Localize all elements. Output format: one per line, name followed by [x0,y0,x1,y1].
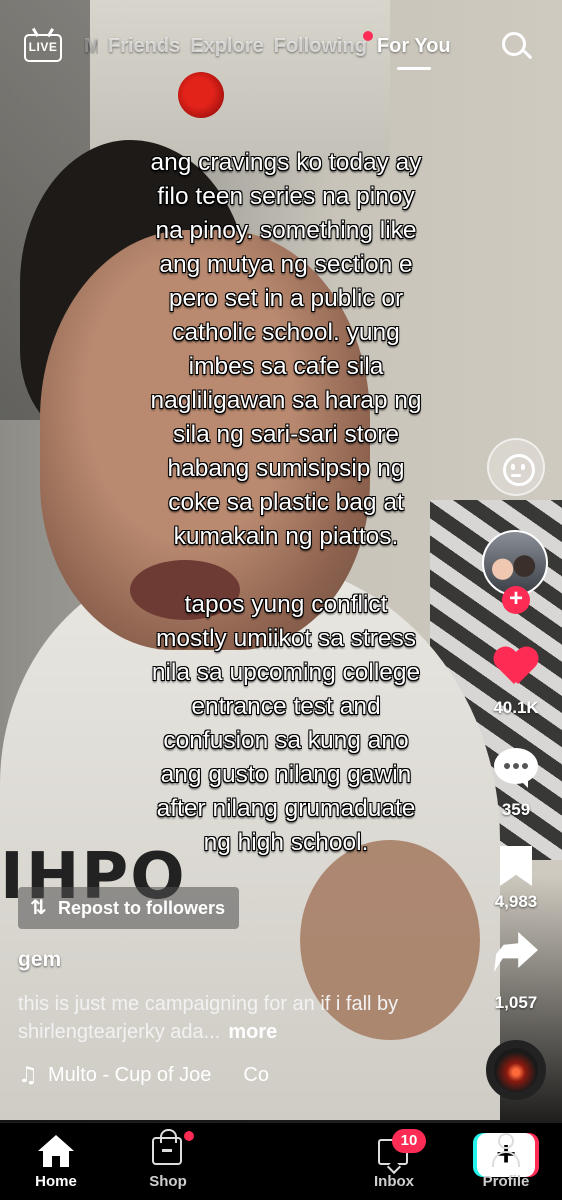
eye [521,464,525,470]
music-note-icon: ♫ [18,1063,38,1088]
caption-text: this is just me campaigning for an if i … [18,993,399,1043]
notification-dot [362,30,373,41]
music-disc-icon[interactable] [486,1040,546,1100]
filter-face-icon[interactable] [487,438,545,496]
smile [511,474,521,477]
live-button[interactable]: LIVE [24,27,62,64]
tab-m[interactable]: M [84,35,98,58]
home-icon [38,1135,74,1167]
eye [511,464,515,470]
caption-more-link[interactable]: more [228,1021,277,1043]
repost-button[interactable]: Repost to followers [18,887,240,929]
tab-friends[interactable]: Friends [108,35,180,58]
share-count-text: 1,057 [494,993,538,1012]
overlay-paragraph: tapos yung conflict mostly umiikot sa st… [151,591,421,857]
video-overlay-text: ang cravings ko today ay filo teen serie… [78,146,494,894]
tab-following-label: Following [273,34,367,57]
live-tv-icon: LIVE [24,34,62,62]
feed-tabs: M Friends Explore Following For You [84,20,451,72]
comment-count: 359 [480,800,552,820]
overlay-paragraph: ang cravings ko today ay filo teen serie… [150,149,422,551]
tab-home[interactable]: Home [0,1123,112,1200]
music-title-scroll: Co [243,1064,269,1086]
tab-for-you[interactable]: For You [377,35,451,70]
comment-icon[interactable] [494,748,538,788]
comment-tail [516,776,528,788]
repost-icon [28,895,50,919]
like-heart-icon[interactable] [494,648,538,688]
like-count-text: 40.1K [493,698,539,717]
video-caption[interactable]: this is just me campaigning for an if i … [18,990,428,1046]
repost-label: Repost to followers [58,897,226,918]
search-handle [522,49,533,60]
comment-dot [504,763,510,769]
tab-shop[interactable]: Shop [112,1123,224,1200]
tab-profile[interactable]: Profile [450,1123,562,1200]
comment-count-text: 359 [501,800,531,819]
profile-person-icon [490,1133,522,1169]
tab-explore[interactable]: Explore [190,35,263,58]
bottom-tab-bar: Home Shop + 10 Inbox Profile [0,1122,562,1200]
bookmark-count: 4,983 [480,892,552,912]
tab-create[interactable]: + [225,1123,539,1200]
tab-following[interactable]: Following [273,30,373,58]
tab-shop-label: Shop [149,1173,187,1190]
tab-profile-label: Profile [482,1173,530,1190]
top-navigation: LIVE M Friends Explore Following For You [0,20,562,72]
tab-home-label: Home [35,1173,77,1190]
tab-inbox-label: Inbox [374,1173,414,1190]
inbox-badge: 10 [392,1129,426,1153]
creator-username[interactable]: gem [18,948,61,972]
video-player[interactable]: IHPO ang cravings ko today ay filo teen … [0,0,562,1122]
shop-notification-dot [184,1131,194,1141]
music-info[interactable]: ♫ Multo - Cup of Joe Co [18,1063,269,1088]
follow-plus-button[interactable]: + [502,586,530,614]
comment-dot [513,763,519,769]
bookmark-count-text: 4,983 [494,892,538,911]
music-title: Multo - Cup of Joe [48,1064,212,1086]
like-count: 40.1K [480,698,552,718]
red-wall-object [178,72,224,118]
comment-dot [522,763,528,769]
search-icon[interactable] [500,30,534,64]
tab-inbox[interactable]: 10 Inbox [338,1123,450,1200]
share-count: 1,057 [480,993,552,1013]
shopping-bag-icon [152,1129,182,1165]
